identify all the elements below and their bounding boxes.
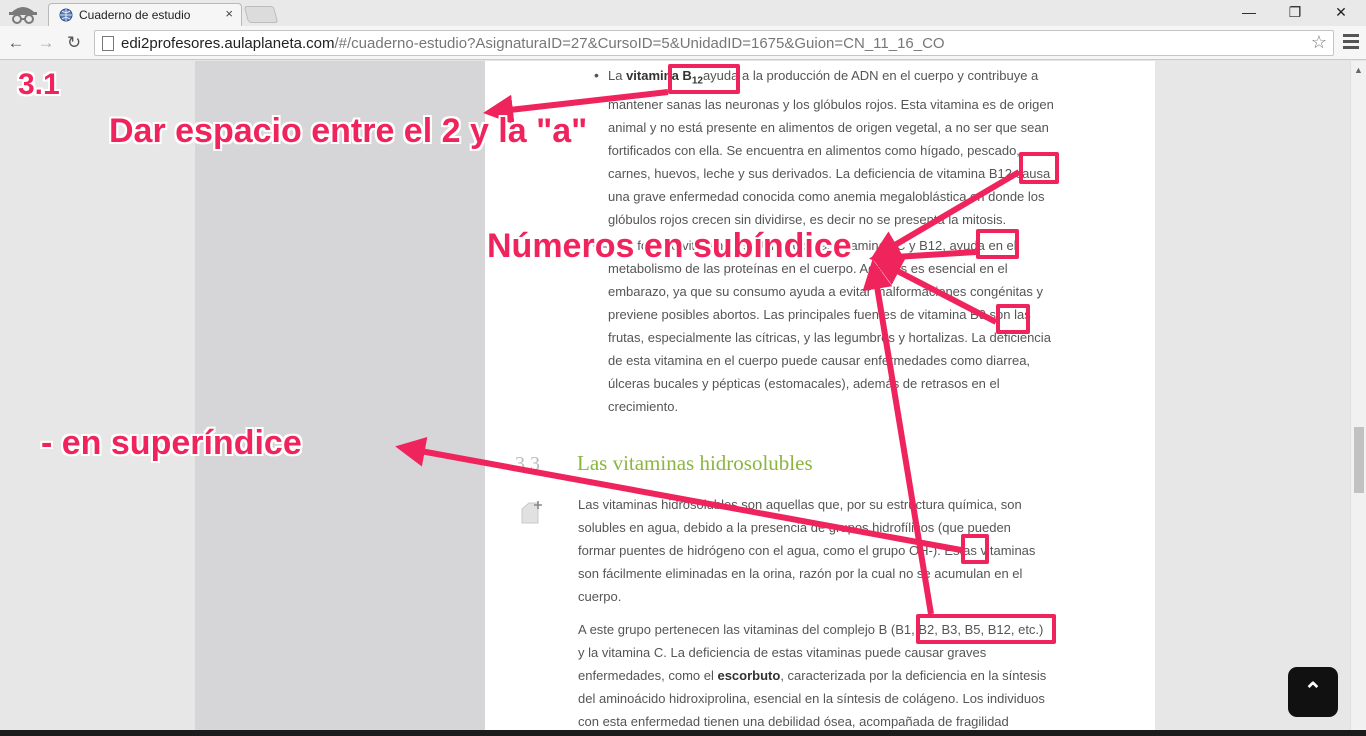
- page-viewport: • La vitamina B12ayuda a la producción d…: [0, 61, 1350, 730]
- text-line: de esta vitamina en el cuerpo puede caus…: [608, 353, 1031, 368]
- highlight-box-oh: [961, 534, 989, 564]
- annotation-section-3-1: 3.1: [18, 68, 60, 101]
- text-segment: , caracterizada por la deficiencia en la…: [780, 668, 1047, 683]
- highlight-box-b12-title: [668, 64, 740, 94]
- maximize-button[interactable]: ❐: [1272, 2, 1318, 24]
- text-line: frutas, especialmente las cítricas, y la…: [608, 330, 1051, 345]
- tab-title: Cuaderno de estudio: [79, 8, 191, 22]
- bold-term: escorbuto: [717, 668, 781, 683]
- text-line: y la vitamina C. La deficiencia de estas…: [578, 645, 987, 660]
- incognito-icon: [9, 7, 37, 24]
- tab-cuaderno[interactable]: Cuaderno de estudio ×: [48, 3, 242, 26]
- text-line: del aminoácido hidroxiprolina, esencial …: [578, 691, 1045, 706]
- menu-icon[interactable]: [1343, 34, 1359, 52]
- text-line: mantener sanas las neuronas y los glóbul…: [608, 96, 1054, 112]
- url-text: edi2profesores.aulaplaneta.com/#/cuadern…: [121, 35, 945, 52]
- section-title: Las vitaminas hidrosolubles: [577, 451, 813, 475]
- text-segment: enfermedades, como el: [578, 668, 718, 683]
- back-button[interactable]: ←: [6, 33, 26, 53]
- scroll-up-arrow[interactable]: ▲: [1354, 65, 1363, 75]
- text-line: previene posibles abortos. Las principal…: [608, 307, 1031, 322]
- scroll-thumb[interactable]: [1354, 427, 1364, 493]
- back-to-top-button[interactable]: ⌃: [1288, 667, 1338, 717]
- reload-button[interactable]: ↻: [64, 33, 84, 53]
- text-line: úlceras bucales y pépticas (estomacales)…: [608, 376, 1000, 391]
- text-line: Las vitaminas hidrosolubles son aquellas…: [578, 497, 1022, 512]
- highlight-box-b-list: [916, 614, 1056, 644]
- page-icon: [102, 36, 114, 51]
- browser-toolbar: ← → ↻ edi2profesores.aulaplaneta.com/#/c…: [0, 26, 1366, 60]
- add-note-icon[interactable]: [521, 499, 543, 525]
- left-panel: [195, 61, 485, 730]
- forward-button[interactable]: →: [36, 33, 56, 53]
- new-tab-button[interactable]: [243, 6, 279, 23]
- close-window-button[interactable]: ✕: [1318, 2, 1364, 24]
- text-line: una grave enfermedad conocida como anemi…: [608, 188, 1045, 204]
- text-line: formar puentes de hidrógeno con el agua,…: [578, 543, 1036, 558]
- text-line: con esta enfermedad tienen una debilidad…: [578, 714, 1009, 729]
- star-icon[interactable]: ☆: [1311, 32, 1327, 53]
- text-line: son fácilmente eliminadas en la orina, r…: [578, 566, 1023, 581]
- globe-favicon-icon: [59, 8, 73, 22]
- text-line: solubles en agua, debido a la presencia …: [578, 520, 1011, 535]
- title-bar: Cuaderno de estudio × — ❐ ✕: [0, 0, 1366, 26]
- page-scrollbar[interactable]: ▲: [1350, 61, 1366, 730]
- taskbar: [0, 730, 1366, 736]
- text-line: animal y no está presente en alimentos d…: [608, 119, 1049, 135]
- url-host: edi2profesores.aulaplaneta.com: [121, 35, 335, 52]
- annotation-superindex-note: - en superíndice: [41, 424, 302, 462]
- highlight-box-b9: [996, 304, 1030, 334]
- url-path: /#/cuaderno-estudio?AsignaturaID=27&Curs…: [334, 35, 945, 52]
- text-segment: ayuda a la producción de ADN en el cuerp…: [702, 68, 1039, 83]
- annotation-space-note: Dar espacio entre el 2 y la "a": [109, 112, 588, 150]
- text-segment: La: [608, 68, 627, 83]
- address-bar[interactable]: edi2profesores.aulaplaneta.com/#/cuadern…: [94, 30, 1334, 56]
- text-line: enfermedades, como el escorbuto, caracte…: [578, 664, 1118, 687]
- tab-close-icon[interactable]: ×: [225, 6, 233, 21]
- paragraph-hydrosoluble: Las vitaminas hidrosolubles son aquellas…: [578, 493, 1118, 608]
- text-line: cuerpo.: [578, 589, 622, 604]
- list-bullet: •: [594, 67, 599, 83]
- highlight-box-b12-deficiency: [1019, 152, 1059, 184]
- highlight-box-b12-folic: [976, 229, 1019, 259]
- text-line: crecimiento.: [608, 399, 679, 414]
- section-number: 3.3: [515, 453, 540, 475]
- annotation-subindex-note: Números en subíndice: [487, 227, 852, 265]
- text-line: embarazo, ya que su consumo ayuda a evit…: [608, 284, 1044, 299]
- minimize-button[interactable]: —: [1226, 2, 1272, 24]
